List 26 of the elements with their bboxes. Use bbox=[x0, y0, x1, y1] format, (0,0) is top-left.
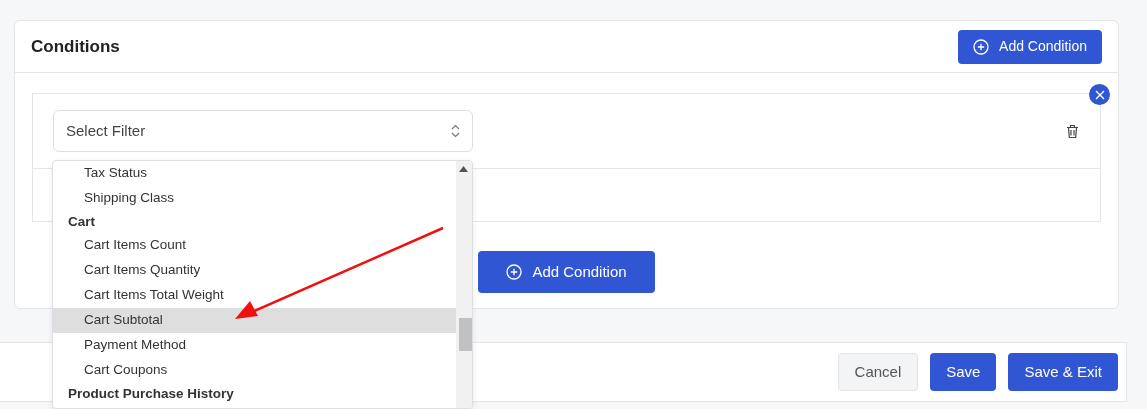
close-button[interactable] bbox=[1089, 84, 1110, 105]
plus-circle-icon bbox=[973, 38, 990, 55]
close-icon bbox=[1094, 89, 1105, 100]
trash-icon[interactable] bbox=[1066, 123, 1079, 139]
dropdown-option[interactable]: Cart Items Count bbox=[53, 233, 456, 258]
filter-select[interactable]: Select Filter bbox=[53, 110, 473, 152]
save-button[interactable]: Save bbox=[930, 353, 997, 391]
dropdown-option[interactable]: Cart Subtotal bbox=[53, 308, 456, 333]
scrollbar-thumb[interactable] bbox=[459, 318, 472, 351]
dropdown-option[interactable]: Cart Items Total Weight bbox=[53, 283, 456, 308]
add-condition-button[interactable]: Add Condition bbox=[958, 29, 1102, 64]
dropdown-option[interactable]: Shipping Class bbox=[53, 186, 456, 211]
dropdown-option[interactable]: Payment Method bbox=[53, 333, 456, 358]
cancel-button[interactable]: Cancel bbox=[837, 353, 919, 391]
chevron-updown-icon bbox=[451, 124, 460, 138]
dropdown-option[interactable]: Cart Items Quantity bbox=[53, 258, 456, 283]
option-group-label: Product Purchase History bbox=[67, 384, 235, 403]
panel-title: Conditions bbox=[31, 35, 120, 58]
option-group-label: Cart bbox=[67, 212, 96, 231]
plus-circle-icon bbox=[506, 264, 523, 280]
add-condition-button[interactable]: Add Condition bbox=[478, 251, 655, 293]
scrollbar[interactable] bbox=[456, 161, 472, 408]
save-button[interactable]: Save & Exit bbox=[1008, 353, 1118, 391]
dropdown-option[interactable]: Cart Coupons bbox=[53, 358, 456, 383]
dropdown-option[interactable]: Tax Status bbox=[53, 161, 456, 186]
scroll-up-icon[interactable] bbox=[459, 166, 468, 172]
